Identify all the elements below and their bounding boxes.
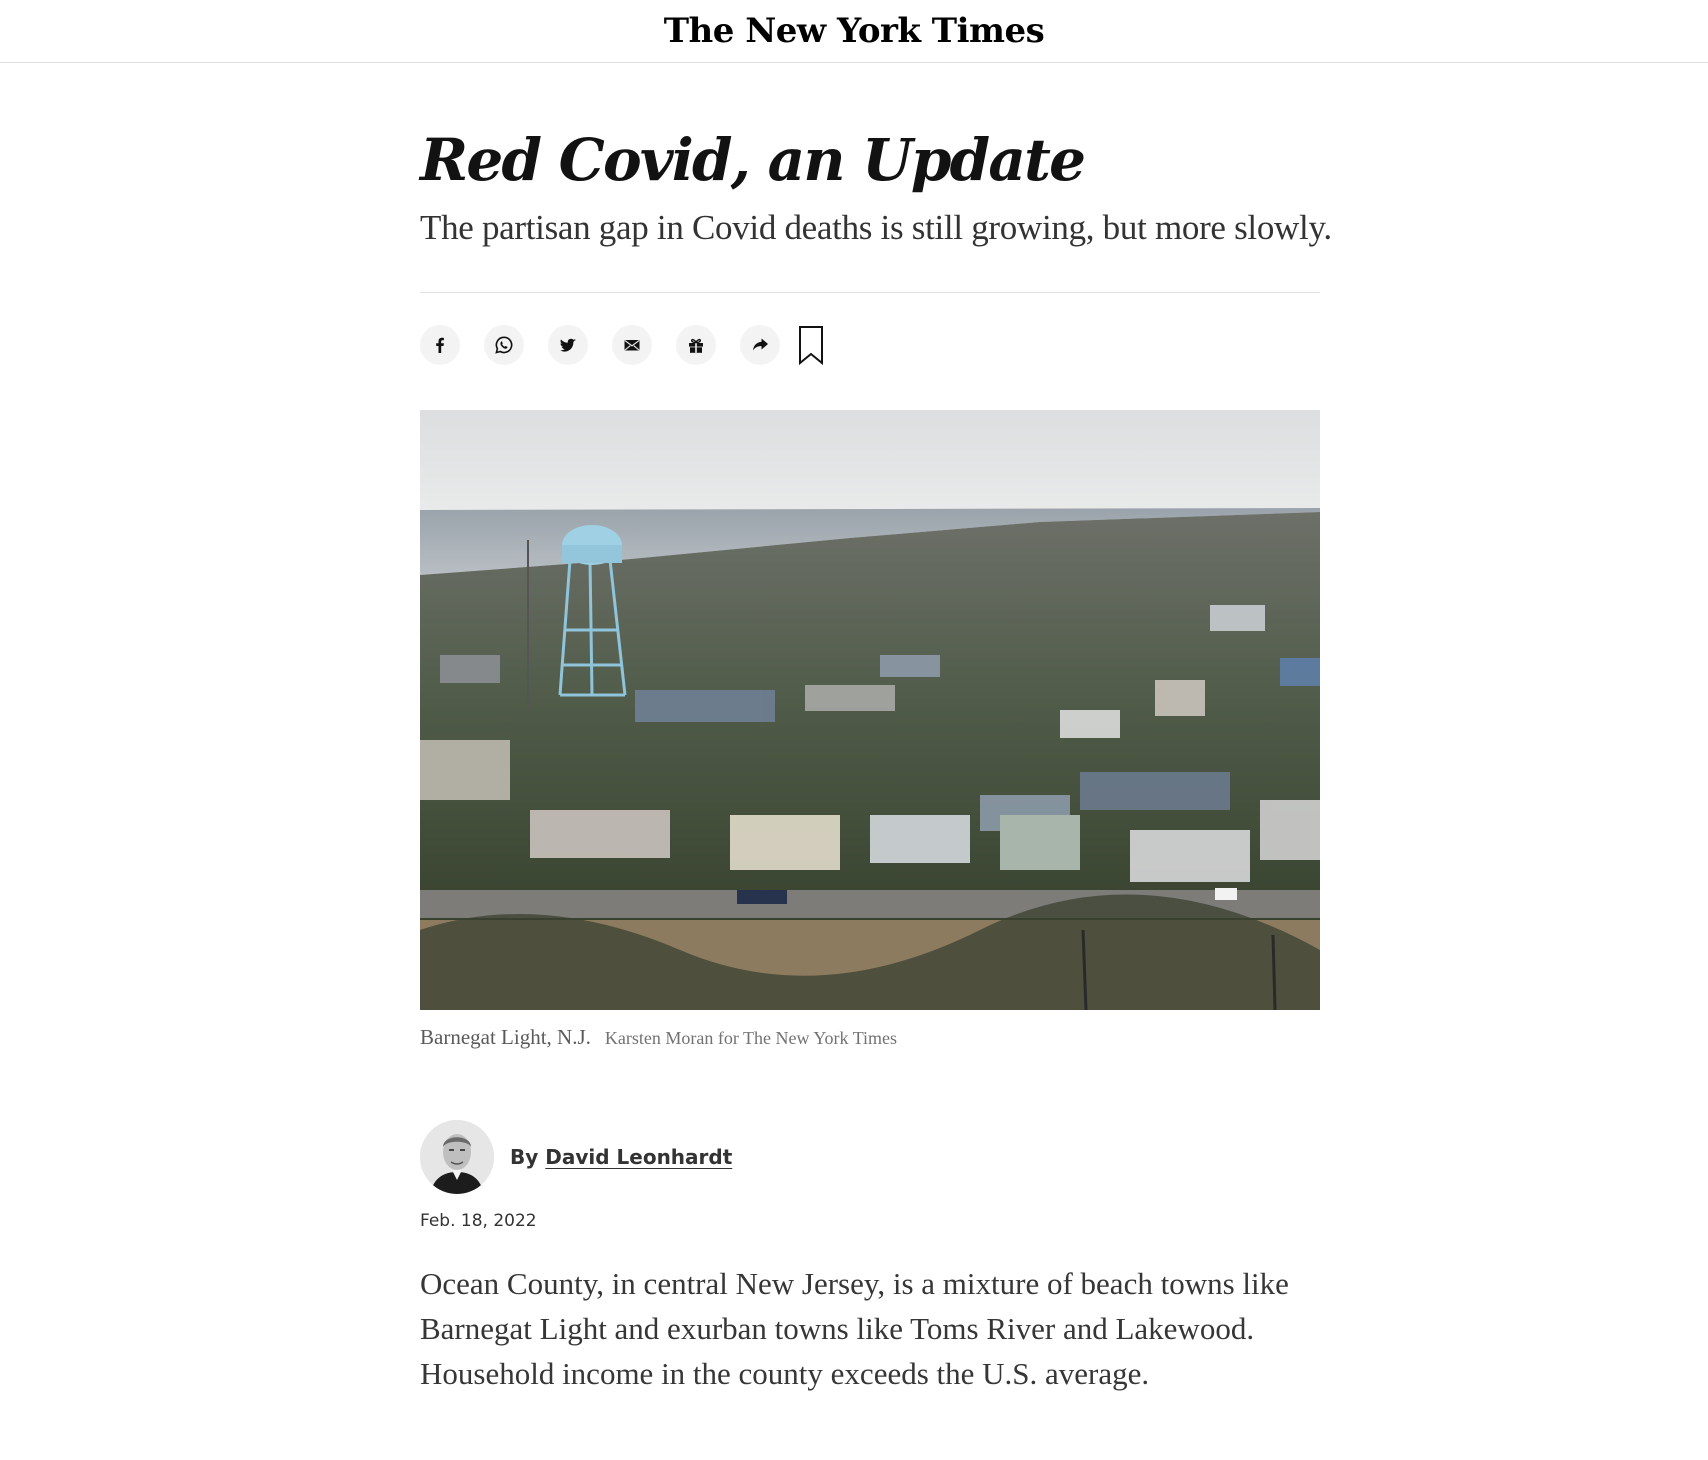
bookmark-icon [799, 326, 823, 365]
share-arrow-icon [753, 338, 768, 351]
twitter-share-button[interactable] [548, 325, 588, 365]
author-avatar[interactable] [420, 1120, 494, 1194]
divider [420, 292, 1320, 293]
gift-icon [689, 338, 703, 353]
facebook-icon [436, 337, 444, 353]
barnegat-light-photo [420, 410, 1320, 1010]
summary: The partisan gap in Covid deaths is stil… [420, 208, 1332, 247]
email-share-button[interactable] [612, 325, 652, 365]
save-article-button[interactable] [798, 325, 824, 365]
nyt-logo[interactable]: The New York Times [664, 14, 1045, 48]
headline: Red Covid, an Update [420, 126, 1086, 194]
whatsapp-icon [495, 336, 513, 354]
byline-prefix: By [510, 1145, 539, 1169]
masthead: The New York Times [0, 0, 1708, 63]
twitter-icon [560, 338, 576, 352]
caption-text: Barnegat Light, N.J. [420, 1025, 591, 1049]
more-share-button[interactable] [740, 325, 780, 365]
author-portrait [420, 1120, 494, 1194]
publish-date: Feb. 18, 2022 [420, 1211, 537, 1231]
share-toolbar [420, 325, 824, 365]
photo-credit: Karsten Moran for The New York Times [604, 1028, 898, 1048]
email-icon [624, 340, 640, 351]
whatsapp-share-button[interactable] [484, 325, 524, 365]
article-paragraph: Ocean County, in central New Jersey, is … [420, 1266, 1289, 1391]
gift-article-button[interactable] [676, 325, 716, 365]
facebook-share-button[interactable] [420, 325, 460, 365]
lead-photo [420, 410, 1320, 1010]
byline-text: By David Leonhardt [510, 1145, 732, 1169]
byline: By David Leonhardt [420, 1120, 732, 1194]
photo-caption: Barnegat Light, N.J. Karsten Moran for Th… [420, 1025, 897, 1051]
author-link[interactable]: David Leonhardt [545, 1145, 732, 1169]
